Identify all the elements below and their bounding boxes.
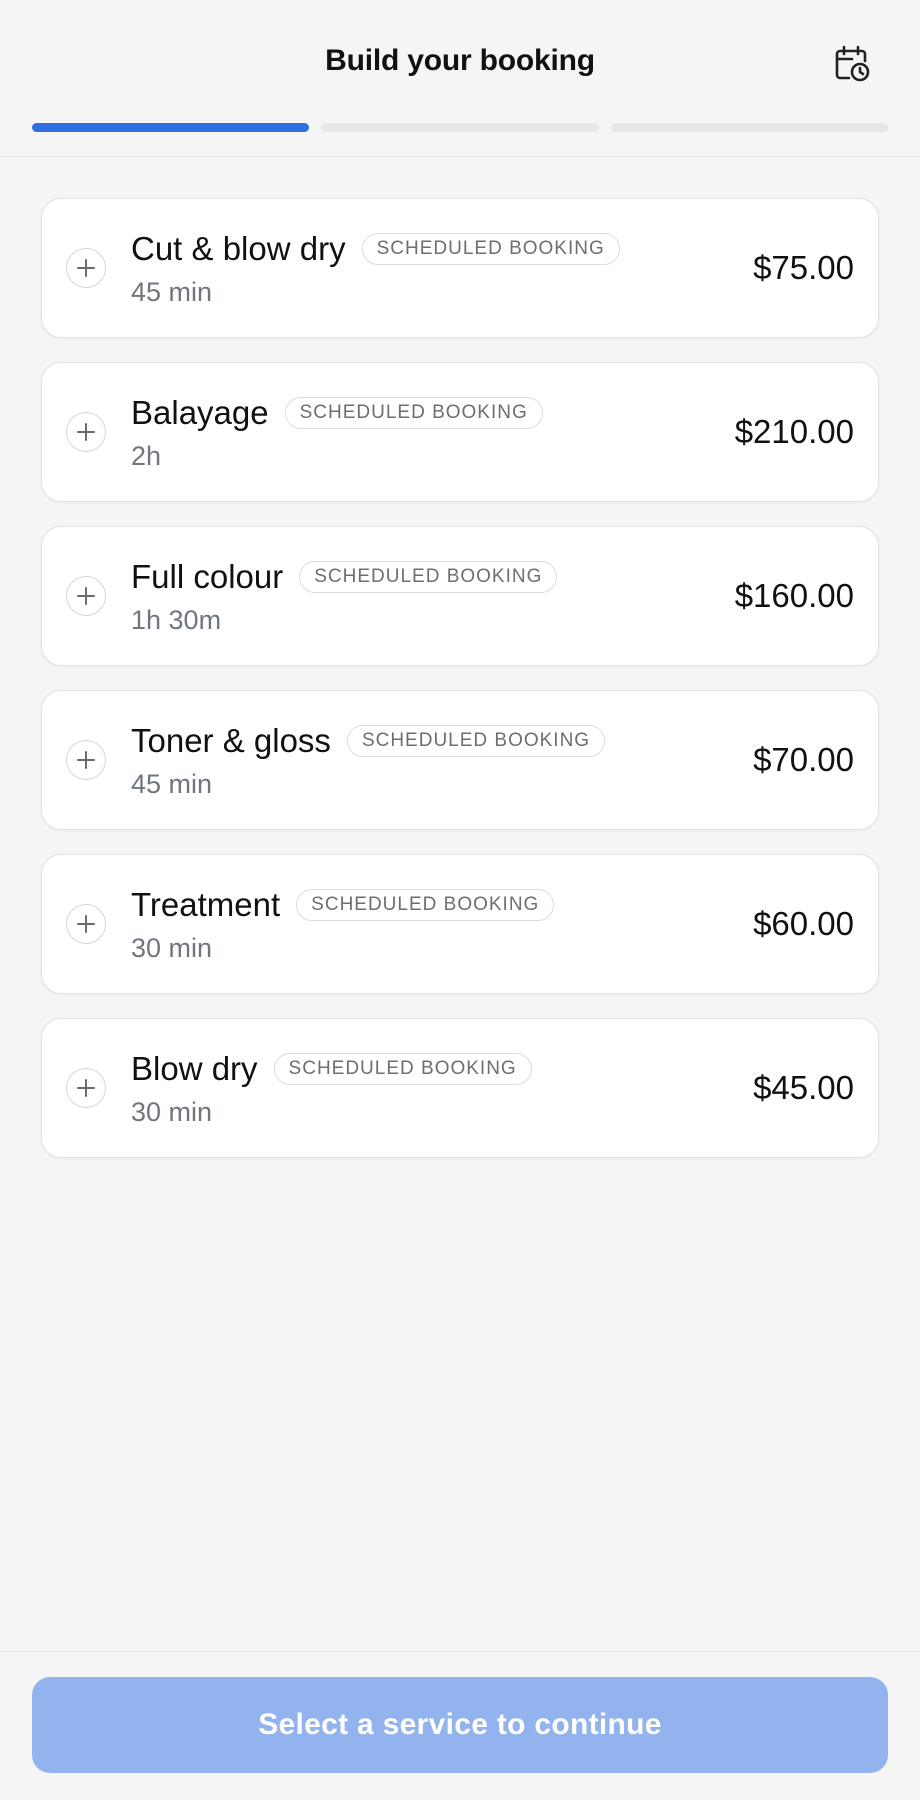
booking-type-badge: SCHEDULED BOOKING — [273, 1053, 532, 1085]
plus-icon — [77, 1079, 95, 1097]
progress-step-1 — [32, 123, 310, 132]
service-duration: 30 min — [131, 933, 213, 963]
plus-icon — [77, 587, 95, 605]
header: Build your booking — [0, 0, 920, 157]
service-title-row: Blow dry SCHEDULED BOOKING — [131, 1049, 532, 1089]
booking-type-badge: SCHEDULED BOOKING — [284, 397, 543, 429]
service-duration: 1h 30m — [131, 605, 222, 635]
service-price: $45.00 — [753, 1069, 854, 1106]
booking-type-badge: SCHEDULED BOOKING — [296, 889, 555, 921]
service-info: Full colour SCHEDULED BOOKING 1h 30m — [131, 557, 558, 636]
plus-icon — [77, 915, 95, 933]
service-info: Cut & blow dry SCHEDULED BOOKING 45 min — [131, 229, 620, 308]
service-card[interactable]: Treatment SCHEDULED BOOKING 30 min $60.0… — [41, 854, 879, 994]
booking-type-badge: SCHEDULED BOOKING — [299, 561, 558, 593]
step-progress — [32, 123, 888, 132]
service-title-row: Treatment SCHEDULED BOOKING — [131, 885, 555, 925]
service-name: Full colour — [131, 558, 284, 595]
service-duration: 2h — [131, 441, 162, 471]
service-duration: 45 min — [131, 277, 213, 307]
add-service-button[interactable] — [66, 576, 106, 616]
service-card[interactable]: Full colour SCHEDULED BOOKING 1h 30m $16… — [41, 526, 879, 666]
plus-icon — [77, 423, 95, 441]
service-duration: 45 min — [131, 769, 213, 799]
service-price: $70.00 — [753, 741, 854, 778]
add-service-button[interactable] — [66, 248, 106, 288]
service-name: Toner & gloss — [131, 722, 331, 759]
booking-type-badge: SCHEDULED BOOKING — [346, 725, 606, 757]
continue-button[interactable]: Select a service to continue — [32, 1677, 888, 1773]
service-info: Toner & gloss SCHEDULED BOOKING 45 min — [131, 721, 606, 800]
service-card[interactable]: Cut & blow dry SCHEDULED BOOKING 45 min … — [41, 198, 879, 338]
service-card[interactable]: Blow dry SCHEDULED BOOKING 30 min $45.00 — [41, 1018, 879, 1158]
service-info: Blow dry SCHEDULED BOOKING 30 min — [131, 1049, 532, 1128]
add-service-button[interactable] — [66, 1068, 106, 1108]
progress-step-3 — [610, 123, 888, 132]
page-title: Build your booking — [325, 44, 595, 77]
add-service-button[interactable] — [66, 412, 106, 452]
plus-icon — [77, 259, 95, 277]
service-card[interactable]: Toner & gloss SCHEDULED BOOKING 45 min $… — [41, 690, 879, 830]
service-info: Treatment SCHEDULED BOOKING 30 min — [131, 885, 555, 964]
calendar-clock-icon — [835, 45, 870, 82]
service-price: $75.00 — [753, 249, 854, 286]
service-duration: 30 min — [131, 1097, 213, 1127]
service-name: Balayage — [131, 394, 269, 431]
service-info: Balayage SCHEDULED BOOKING 2h — [131, 393, 543, 472]
service-card[interactable]: Balayage SCHEDULED BOOKING 2h $210.00 — [41, 362, 879, 502]
footer: Select a service to continue — [0, 1651, 920, 1800]
add-service-button[interactable] — [66, 740, 106, 780]
service-list: Cut & blow dry SCHEDULED BOOKING 45 min … — [41, 198, 879, 1182]
service-price: $60.00 — [753, 905, 854, 942]
booking-type-badge: SCHEDULED BOOKING — [361, 233, 620, 265]
plus-icon — [77, 751, 95, 769]
service-name: Cut & blow dry — [131, 230, 346, 267]
service-name: Blow dry — [131, 1050, 258, 1087]
calendar-button[interactable] — [828, 40, 876, 88]
service-title-row: Cut & blow dry SCHEDULED BOOKING — [131, 229, 620, 269]
service-title-row: Balayage SCHEDULED BOOKING — [131, 393, 543, 433]
booking-screen: Build your booking Cut & blow dry SCHEDU… — [0, 0, 920, 1800]
add-service-button[interactable] — [66, 904, 106, 944]
service-price: $160.00 — [734, 577, 854, 614]
service-title-row: Toner & gloss SCHEDULED BOOKING — [131, 721, 606, 761]
service-title-row: Full colour SCHEDULED BOOKING — [131, 557, 558, 597]
service-price: $210.00 — [734, 413, 854, 450]
progress-step-2 — [321, 123, 599, 132]
service-name: Treatment — [131, 886, 281, 923]
